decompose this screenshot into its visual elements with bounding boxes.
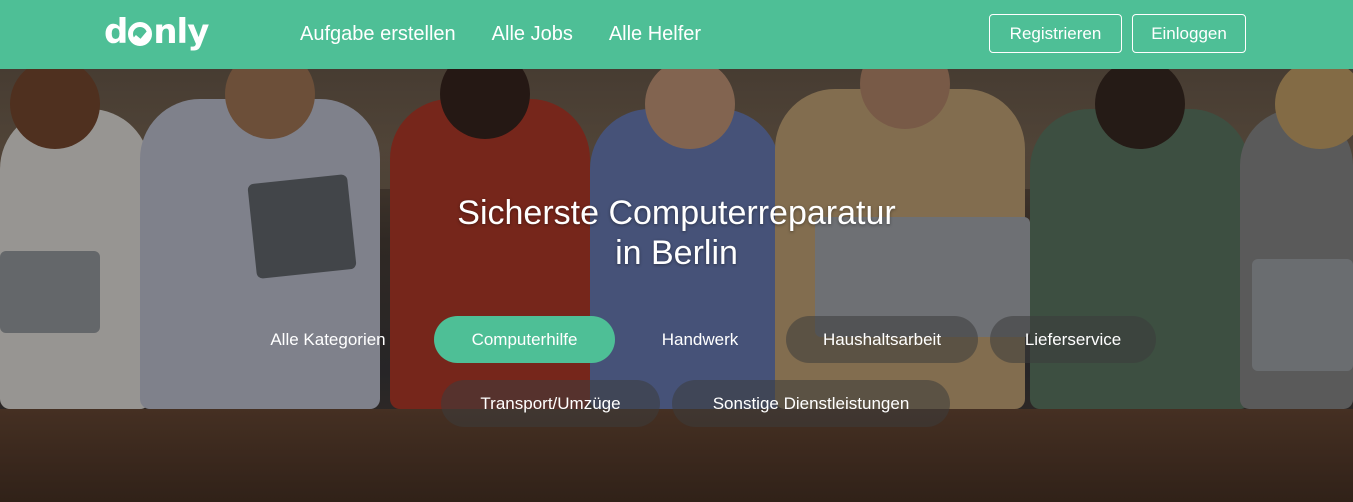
logo-text-end: nly: [153, 12, 209, 52]
hero-headline: Sicherste Computerreparatur in Berlin: [0, 193, 1353, 273]
category-pill-haushaltsarbeit[interactable]: Haushaltsarbeit: [786, 316, 978, 363]
nav-link-all-helpers[interactable]: Alle Helfer: [609, 22, 701, 46]
category-pill-transport[interactable]: Transport/Umzüge: [441, 380, 660, 427]
category-pill-lieferservice[interactable]: Lieferservice: [990, 316, 1156, 363]
top-navbar: d nly Aufgabe erstellen Alle Jobs Alle He…: [0, 0, 1353, 69]
logo-text-start: d: [104, 12, 128, 52]
category-pill-handwerk[interactable]: Handwerk: [636, 316, 764, 363]
hero-headline-line1: Sicherste Computerreparatur: [457, 194, 896, 232]
category-pill-all[interactable]: Alle Kategorien: [245, 316, 411, 363]
hero-headline-line2: in Berlin: [615, 234, 738, 272]
check-circle-icon: [128, 22, 153, 46]
nav-link-all-jobs[interactable]: Alle Jobs: [492, 22, 573, 46]
category-pill-sonstige[interactable]: Sonstige Dienstleistungen: [672, 380, 950, 427]
register-button[interactable]: Registrieren: [989, 14, 1122, 53]
main-nav: Aufgabe erstellen Alle Jobs Alle Helfer: [300, 22, 701, 46]
hero-section: Sicherste Computerreparatur in Berlin Al…: [0, 69, 1353, 502]
nav-link-create-task[interactable]: Aufgabe erstellen: [300, 22, 456, 46]
login-button[interactable]: Einloggen: [1132, 14, 1246, 53]
category-pill-computerhilfe[interactable]: Computerhilfe: [434, 316, 615, 363]
donly-logo[interactable]: d nly: [104, 12, 209, 52]
